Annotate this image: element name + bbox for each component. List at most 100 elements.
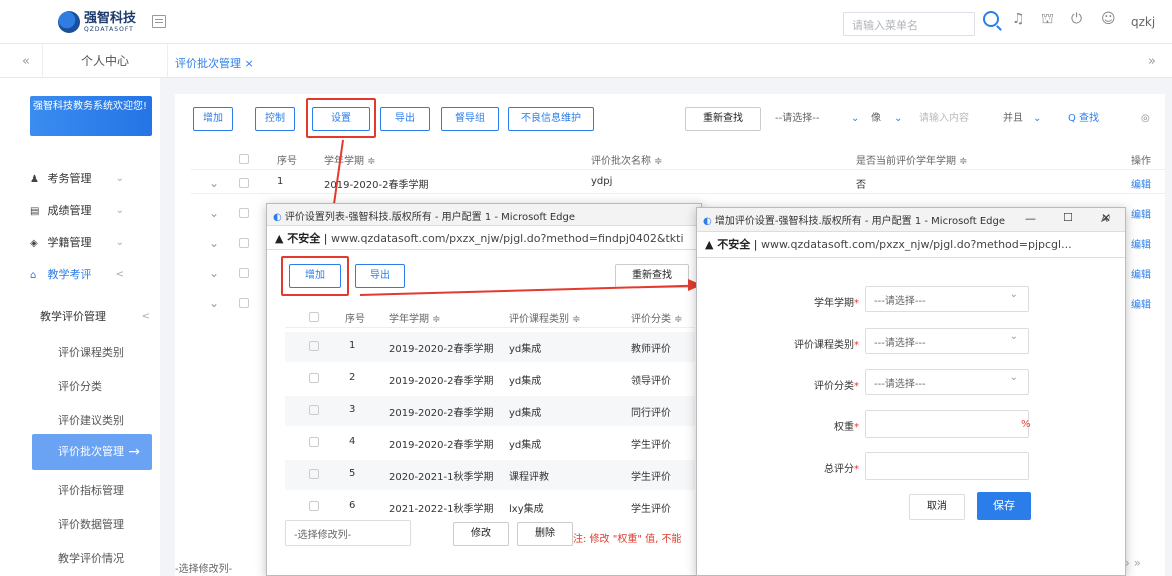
col-header-course-category[interactable]: 评价课程类别 ≑ — [509, 310, 581, 325]
sidebar-sub-course-category[interactable]: 评价课程类别 — [58, 344, 124, 360]
bad-info-button[interactable]: 不良信息维护 — [508, 107, 594, 131]
search-button[interactable]: Q 查找 — [1068, 107, 1099, 131]
col-header-term[interactable]: 学年学期 ≑ — [389, 310, 441, 325]
sidebar-group-eval-management[interactable]: 教学评价管理 < — [40, 304, 162, 330]
row-checkbox[interactable] — [309, 437, 319, 447]
expand-icon[interactable]: ⌄ — [209, 176, 219, 190]
row-checkbox[interactable] — [309, 405, 319, 415]
row-checkbox[interactable] — [309, 501, 319, 511]
export-button[interactable]: 导出 — [380, 107, 430, 131]
sidebar-item-grades[interactable]: ▤ 成绩管理 ⌄ — [30, 198, 152, 224]
delete-button[interactable]: 删除 — [517, 522, 573, 546]
highlight-box — [306, 98, 376, 138]
control-button[interactable]: 控制 — [255, 107, 295, 131]
address-bar[interactable]: ▲ 不安全 | www.qzdatasoft.com/pxzx_njw/pjgl… — [267, 226, 701, 250]
expand-icon[interactable]: ⌄ — [209, 206, 219, 220]
bottom-column-select[interactable]: -选择修改列- — [175, 560, 232, 575]
minimize-icon[interactable]: — — [1025, 212, 1036, 225]
term-select[interactable]: ---请选择--- — [865, 286, 1029, 312]
tab-scroll-right-icon[interactable]: » — [1148, 54, 1156, 69]
weight-note: 注: 修改 "权重" 值, 不能 — [573, 534, 682, 545]
course-category-select[interactable]: ---请选择--- — [865, 328, 1029, 354]
menu-search-input[interactable]: 请输入菜单名 — [843, 12, 975, 36]
col-header-term[interactable]: 学年学期 ≑ — [324, 152, 376, 167]
weight-label-text: 权重 — [834, 422, 854, 433]
row-checkbox[interactable] — [239, 298, 249, 308]
sidebar-sub-data-management[interactable]: 评价数据管理 — [58, 516, 124, 532]
add-button[interactable]: 增加 — [193, 107, 233, 131]
edit-link[interactable]: 编辑 — [1131, 266, 1151, 281]
field-select[interactable]: --请选择-- — [775, 107, 819, 131]
expand-icon[interactable]: ⌄ — [209, 236, 219, 250]
logo-name: 强智科技 — [84, 10, 137, 26]
col-header-current[interactable]: 是否当前评价学年学期 ≑ — [856, 152, 968, 167]
table-header: 序号 学年学期 ≑ 评价批次名称 ≑ 是否当前评价学年学期 ≑ 操作 — [191, 148, 1165, 170]
row-checkbox[interactable] — [309, 373, 319, 383]
table-row[interactable]: 5 2020-2021-1秋季学期 课程评教 学生评价 — [285, 460, 695, 490]
search-icon[interactable] — [983, 11, 999, 27]
row-checkbox[interactable] — [239, 208, 249, 218]
bell-icon[interactable]: ♫ — [1012, 11, 1025, 27]
sidebar-item-teaching-eval[interactable]: ⌂ 教学考评 < — [30, 262, 152, 288]
row-checkbox[interactable] — [239, 268, 249, 278]
lock-icon[interactable]: ⛫ — [1041, 11, 1054, 29]
sidebar-sub-indicator-management[interactable]: 评价指标管理 — [58, 482, 124, 498]
chevron-down-icon[interactable]: ⌄ — [894, 107, 902, 131]
col-header-batch-name[interactable]: 评价批次名称 ≑ — [591, 152, 663, 167]
address-bar[interactable]: ▲ 不安全 | www.qzdatasoft.com/pxzx_njw/pjgl… — [697, 214, 1125, 258]
modify-column-select[interactable]: -选择修改列- — [285, 520, 411, 546]
requery-button[interactable]: 重新查找 — [685, 107, 761, 131]
menu-toggle-icon[interactable] — [152, 15, 166, 28]
sidebar-sub-eval-status[interactable]: 教学评价情况 — [58, 550, 124, 566]
select-all-checkbox[interactable] — [239, 154, 249, 164]
weight-input[interactable] — [865, 410, 1029, 438]
table-row[interactable]: 6 2021-2022-1秋季学期 lxy集成 学生评价 — [285, 492, 695, 522]
logic-select[interactable]: 并且 — [1003, 107, 1023, 131]
expand-icon[interactable]: ⌄ — [209, 296, 219, 310]
edit-link[interactable]: 编辑 — [1131, 296, 1151, 311]
user-icon[interactable]: ☺ — [1101, 11, 1116, 27]
sidebar-sub-batch-management[interactable]: 评价批次管理 → — [32, 434, 152, 470]
maximize-icon[interactable]: ☐ — [1063, 211, 1073, 224]
url-text[interactable]: www.qzdatasoft.com/pxzx_njw/pjgl.do?meth… — [761, 238, 1072, 251]
sidebar-sub-suggestion-category[interactable]: 评价建议类别 — [58, 412, 124, 428]
row-checkbox[interactable] — [309, 469, 319, 479]
save-button[interactable]: 保存 — [977, 492, 1031, 520]
table-row[interactable]: 3 2019-2020-2春季学期 yd集成 同行评价 — [285, 396, 695, 426]
edit-link[interactable]: 编辑 — [1131, 176, 1151, 191]
cancel-button[interactable]: 取消 — [909, 494, 965, 520]
table-row[interactable]: 4 2019-2020-2春季学期 yd集成 学生评价 — [285, 428, 695, 458]
edit-link[interactable]: 编辑 — [1131, 206, 1151, 221]
row-checkbox[interactable] — [239, 238, 249, 248]
edit-link[interactable]: 编辑 — [1131, 236, 1151, 251]
col-header-eval-class[interactable]: 评价分类 ≑ — [631, 310, 683, 325]
cell-term: 2019-2020-2春季学期 — [389, 344, 494, 355]
settings-gear-icon[interactable]: ◎ — [1141, 107, 1150, 131]
select-all-checkbox[interactable] — [309, 312, 319, 322]
eval-class-select[interactable]: ---请选择--- — [865, 369, 1029, 395]
row-checkbox[interactable] — [239, 178, 249, 188]
chevron-down-icon[interactable]: ⌄ — [851, 107, 859, 131]
row-checkbox[interactable] — [309, 341, 319, 351]
url-text[interactable]: www.qzdatasoft.com/pxzx_njw/pjgl.do?meth… — [331, 232, 684, 245]
user-name[interactable]: qzkj — [1131, 15, 1155, 29]
power-icon[interactable]: ⏻ — [1071, 11, 1082, 27]
sidebar-item-student-status[interactable]: ◈ 学籍管理 ⌄ — [30, 230, 152, 256]
operator-select[interactable]: 像 — [871, 107, 881, 131]
content-input[interactable]: 请输入内容 — [919, 107, 969, 131]
sidebar-sub-eval-class[interactable]: 评价分类 — [58, 378, 102, 394]
supervisor-group-button[interactable]: 督导组 — [441, 107, 499, 131]
expand-icon[interactable]: ⌄ — [209, 266, 219, 280]
modify-button[interactable]: 修改 — [453, 522, 509, 546]
export-button[interactable]: 导出 — [355, 264, 405, 288]
table-row[interactable]: 1 2019-2020-2春季学期 yd集成 教师评价 — [285, 332, 695, 362]
chevron-down-icon[interactable]: ⌄ — [1033, 107, 1041, 131]
table-row[interactable]: 2 2019-2020-2春季学期 yd集成 领导评价 — [285, 364, 695, 394]
tab-batch-management[interactable]: 评价批次管理 × — [175, 55, 254, 71]
sidebar-item-exam[interactable]: ♟ 考务管理 ⌄ — [30, 166, 152, 192]
pager-next-icon[interactable]: › » — [1125, 556, 1141, 570]
tab-scroll-left-icon[interactable]: « — [22, 54, 30, 69]
edge-icon: ◐ — [703, 216, 715, 227]
tab-personal-center[interactable]: 个人中心 — [42, 44, 168, 78]
total-score-input[interactable] — [865, 452, 1029, 480]
